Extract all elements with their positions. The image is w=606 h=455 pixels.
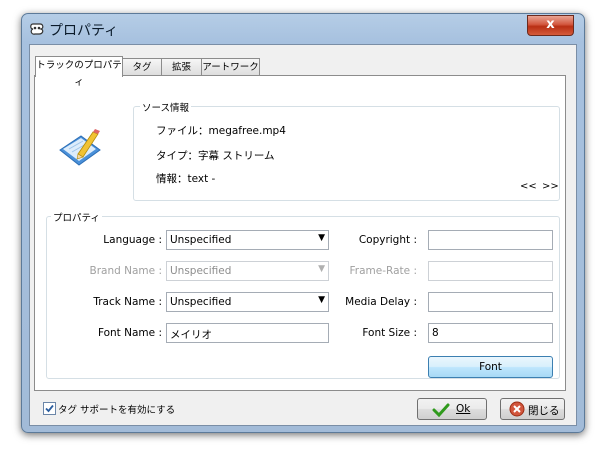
track-name-value: Unspecified xyxy=(170,296,232,308)
next-button[interactable]: >> xyxy=(542,181,559,192)
tag-support-label: タグ サポートを有効にする xyxy=(58,405,176,416)
tab-artwork[interactable]: アートワーク xyxy=(201,58,260,76)
brand-name-label: Brand Name : xyxy=(89,265,162,277)
language-value: Unspecified xyxy=(170,234,232,246)
source-info: 情報：text - xyxy=(156,173,216,185)
copyright-label: Copyright : xyxy=(358,234,417,246)
tag-support-checkbox[interactable] xyxy=(43,402,56,415)
prev-button[interactable]: << xyxy=(520,181,537,192)
dialog-body: トラックのプロパティ タグ 拡張 アートワーク ソース情報 ファイル：megaf… xyxy=(29,44,577,426)
tab-panel: ソース情報 ファイル：megafree.mp4 タイプ：字幕 ストリーム 情報：… xyxy=(34,75,566,391)
font-name-value: メイリオ xyxy=(170,329,212,341)
app-icon xyxy=(30,23,44,35)
properties-title: プロパティ xyxy=(51,210,102,224)
source-info-group: ソース情報 ファイル：megafree.mp4 タイプ：字幕 ストリーム 情報：… xyxy=(133,100,560,201)
window-title: プロパティ xyxy=(49,23,119,39)
track-name-label: Track Name : xyxy=(93,296,162,308)
brand-name-value: Unspecified xyxy=(170,265,232,277)
ok-label: Ok xyxy=(456,403,471,415)
window-close-button[interactable]: x xyxy=(527,15,574,36)
source-file: ファイル：megafree.mp4 xyxy=(156,125,286,137)
document-edit-icon xyxy=(59,129,101,166)
frame-rate-field[interactable] xyxy=(428,261,553,281)
tab-tag[interactable]: タグ xyxy=(122,58,162,76)
source-type: タイプ：字幕 ストリーム xyxy=(156,150,275,162)
title-bar[interactable]: プロパティ x xyxy=(22,14,584,44)
font-size-label: Font Size : xyxy=(362,327,417,339)
font-name-label: Font Name : xyxy=(97,327,162,339)
ok-button[interactable]: Ok xyxy=(417,398,487,420)
tab-track-properties[interactable]: トラックのプロパティ xyxy=(35,56,123,88)
close-circle-icon xyxy=(509,401,525,417)
copyright-field[interactable] xyxy=(428,230,553,250)
checkmark-icon xyxy=(45,404,54,413)
source-info-title: ソース情報 xyxy=(140,100,192,114)
media-delay-label: Media Delay : xyxy=(345,296,417,308)
frame-rate-label: Frame-Rate : xyxy=(349,265,417,277)
tab-extension[interactable]: 拡張 xyxy=(161,58,202,76)
font-button[interactable]: Font xyxy=(428,356,553,378)
font-size-value: 8 xyxy=(432,327,439,339)
properties-window: プロパティ x トラックのプロパティ タグ 拡張 アートワーク ソース情報 ファ… xyxy=(21,13,585,433)
properties-group: プロパティ Language : Unspecified ▼ Brand Nam… xyxy=(46,210,560,379)
check-icon xyxy=(432,403,450,417)
language-label: Language : xyxy=(103,234,162,246)
media-delay-field[interactable] xyxy=(428,292,553,312)
close-label: 閉じる xyxy=(528,405,560,417)
close-button[interactable]: 閉じる xyxy=(500,398,565,420)
font-size-field[interactable]: 8 xyxy=(428,323,553,343)
